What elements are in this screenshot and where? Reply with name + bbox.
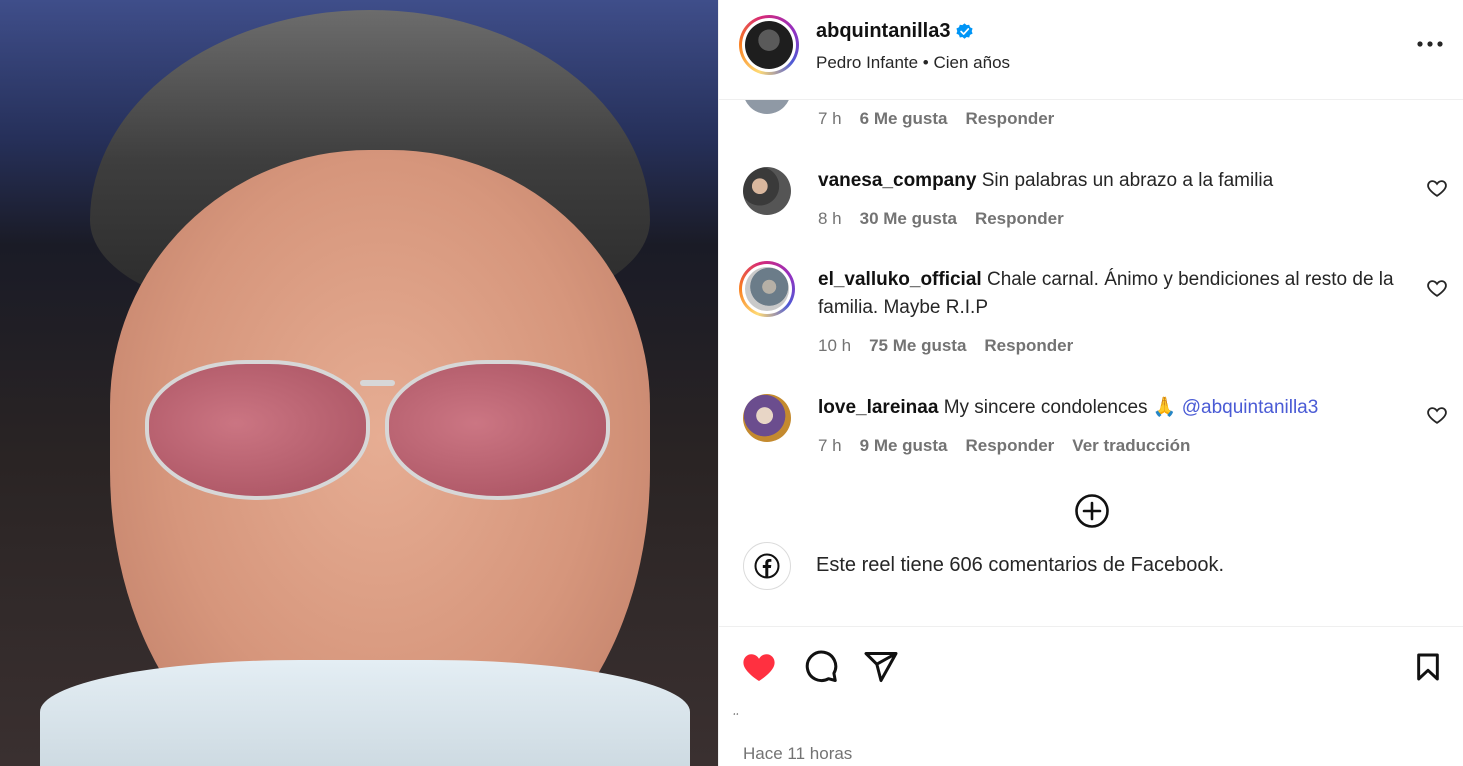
heart-outline-icon[interactable] bbox=[1426, 404, 1448, 426]
comment-username[interactable]: vanesa_company bbox=[818, 170, 976, 191]
bookmark-icon bbox=[1417, 653, 1439, 681]
reel-media[interactable] bbox=[0, 0, 718, 766]
facebook-icon-container bbox=[743, 542, 791, 590]
send-icon bbox=[864, 652, 898, 682]
audio-track-link[interactable]: Pedro Infante • Cien años bbox=[816, 53, 1010, 73]
post-header: abquintanilla3 Pedro Infante • Cien años bbox=[719, 0, 1463, 100]
reply-button[interactable]: Responder bbox=[966, 436, 1055, 456]
tiny-mark: ¸¸ bbox=[733, 705, 739, 715]
post-timestamp: Hace 11 horas bbox=[743, 744, 853, 763]
plus-circle-icon[interactable] bbox=[1074, 493, 1110, 529]
media-glasses-bridge bbox=[360, 380, 395, 386]
post-actions-bar: ¸¸ Hace 11 horas bbox=[719, 626, 1463, 766]
media-left-lens bbox=[145, 360, 370, 500]
comment-mention-link[interactable]: @abquintanilla3 bbox=[1182, 397, 1319, 418]
comment-likes[interactable]: 9 Me gusta bbox=[860, 436, 948, 456]
heart-outline-icon[interactable] bbox=[1426, 277, 1448, 299]
comment-avatar[interactable] bbox=[743, 167, 791, 215]
post-panel: abquintanilla3 Pedro Infante • Cien años… bbox=[718, 0, 1463, 766]
comments-list[interactable]: 7 h 6 Me gusta Responder vanesa_company … bbox=[719, 100, 1463, 626]
comment-button[interactable] bbox=[801, 647, 841, 687]
comment-body: el_valluko_official Chale carnal. Ánimo … bbox=[818, 266, 1408, 322]
reply-button[interactable]: Responder bbox=[975, 209, 1064, 229]
heart-filled-icon bbox=[743, 654, 775, 681]
facebook-icon bbox=[754, 553, 780, 579]
comment-avatar-image bbox=[745, 267, 789, 311]
comment-avatar[interactable] bbox=[743, 100, 791, 114]
comment-avatar[interactable] bbox=[743, 394, 791, 442]
reply-button[interactable]: Responder bbox=[984, 336, 1073, 356]
media-right-lens bbox=[385, 360, 610, 500]
facebook-comments-text: Este reel tiene 606 comentarios de Faceb… bbox=[816, 554, 1225, 576]
comment-body: love_lareinaa My sincere condolences 🙏 @… bbox=[818, 394, 1408, 422]
more-options-icon[interactable] bbox=[1416, 30, 1444, 58]
comment-username[interactable]: love_lareinaa bbox=[818, 397, 938, 418]
media-shirt-shape bbox=[40, 660, 690, 766]
comment-meta: 7 h 9 Me gusta Responder Ver traducción bbox=[818, 436, 1190, 456]
comment-likes[interactable]: 75 Me gusta bbox=[869, 336, 966, 356]
comment-time: 7 h bbox=[818, 436, 842, 455]
save-button[interactable] bbox=[1408, 647, 1448, 687]
comment-time: 8 h bbox=[818, 209, 842, 228]
comment-username[interactable]: el_valluko_official bbox=[818, 269, 982, 290]
heart-outline-icon[interactable] bbox=[1426, 377, 1448, 399]
owner-username-row[interactable]: abquintanilla3 bbox=[816, 20, 974, 43]
owner-avatar[interactable] bbox=[739, 15, 799, 75]
comment-text: My sincere condolences 🙏 bbox=[943, 397, 1182, 418]
facebook-comments-note: Este reel tiene 606 comentarios de Faceb… bbox=[719, 540, 1463, 600]
verified-badge-icon bbox=[956, 23, 974, 39]
comment-meta: 10 h 75 Me gusta Responder bbox=[818, 336, 1073, 356]
comment-time: 7 h bbox=[818, 109, 842, 128]
translate-button[interactable]: Ver traducción bbox=[1072, 436, 1190, 456]
share-button[interactable] bbox=[861, 647, 901, 687]
owner-avatar-image bbox=[745, 21, 793, 69]
owner-username[interactable]: abquintanilla3 bbox=[816, 20, 950, 43]
comment-likes[interactable]: 6 Me gusta bbox=[860, 109, 948, 129]
comment-body: vanesa_company Sin palabras un abrazo a … bbox=[818, 167, 1408, 195]
like-button[interactable] bbox=[739, 647, 779, 687]
heart-outline-icon[interactable] bbox=[1426, 177, 1448, 199]
comment-time: 10 h bbox=[818, 336, 852, 355]
comment-likes[interactable]: 30 Me gusta bbox=[860, 209, 957, 229]
reply-button[interactable]: Responder bbox=[966, 109, 1055, 129]
comment-meta: 7 h 6 Me gusta Responder bbox=[818, 109, 1054, 129]
comment-icon bbox=[805, 650, 838, 682]
comment-meta: 8 h 30 Me gusta Responder bbox=[818, 209, 1064, 229]
comment-text: Sin palabras un abrazo a la familia bbox=[981, 170, 1274, 191]
comment-avatar[interactable] bbox=[739, 261, 795, 317]
